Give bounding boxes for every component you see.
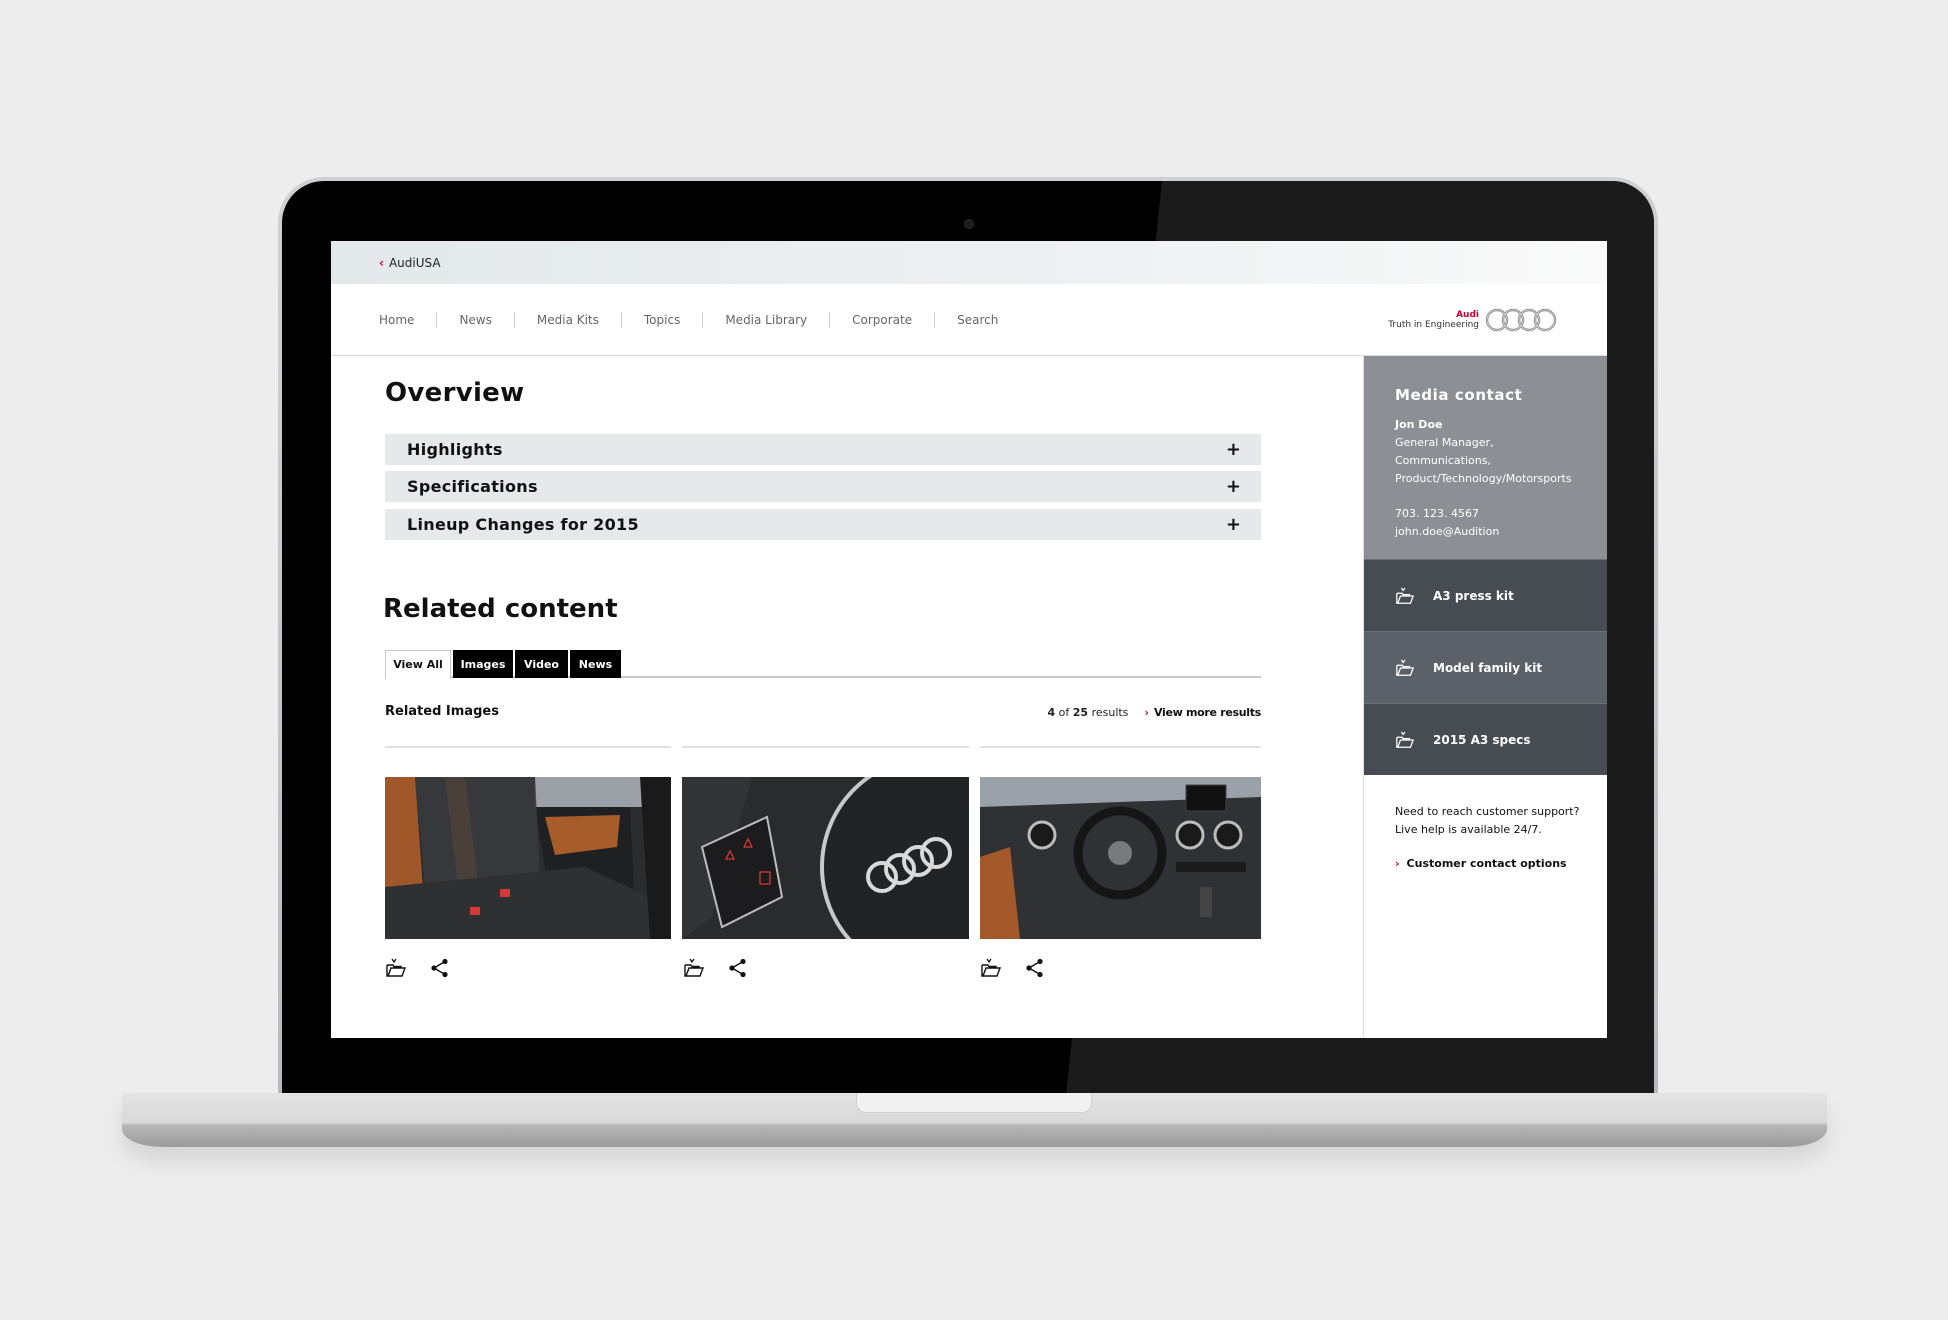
contact-name: Jon Doe bbox=[1395, 418, 1443, 431]
accordion-specifications[interactable]: Specifications + bbox=[385, 471, 1261, 502]
contact-email[interactable]: john.doe@Audition bbox=[1395, 523, 1589, 541]
kit-label: Model family kit bbox=[1433, 660, 1543, 675]
rear-seats-image bbox=[385, 777, 671, 939]
share-icon[interactable] bbox=[1024, 957, 1046, 979]
divider bbox=[385, 746, 671, 748]
folder-download-icon bbox=[1396, 586, 1415, 604]
thumbnail-actions bbox=[980, 957, 1046, 979]
contact-role-departments: Product/Technology/Motorsports bbox=[1395, 472, 1572, 485]
brand-logo[interactable]: Audi Truth in Engineering bbox=[1388, 306, 1557, 334]
view-more-results-link[interactable]: View more results bbox=[1154, 706, 1261, 719]
audi-rings-icon bbox=[1485, 308, 1557, 332]
contact-phone[interactable]: 703. 123. 4567 bbox=[1395, 505, 1589, 523]
top-utility-bar: ‹ AudiUSA bbox=[331, 241, 1607, 284]
sidebar: Media contact Jon Doe General Manager, C… bbox=[1363, 356, 1607, 1038]
accordion-lineup-changes[interactable]: Lineup Changes for 2015 + bbox=[385, 509, 1261, 540]
thumbnail-actions bbox=[385, 957, 451, 979]
support-question: Need to reach customer support? bbox=[1395, 805, 1580, 818]
kit-label: A3 press kit bbox=[1433, 588, 1514, 603]
thumbnail-dashboard[interactable] bbox=[980, 777, 1261, 939]
steering-wheel-image bbox=[682, 777, 969, 939]
back-to-audiusa-link[interactable]: AudiUSA bbox=[389, 256, 441, 270]
browser-screen: ‹ AudiUSA Home News Media Kits Topics Me… bbox=[331, 241, 1607, 1038]
accordion-label: Specifications bbox=[407, 477, 538, 496]
share-icon[interactable] bbox=[727, 957, 749, 979]
accordion-label: Highlights bbox=[407, 440, 503, 459]
plus-icon[interactable]: + bbox=[1226, 514, 1241, 535]
thumbnail-steering-wheel[interactable] bbox=[682, 777, 969, 939]
folder-download-icon[interactable] bbox=[980, 957, 1002, 979]
plus-icon[interactable]: + bbox=[1226, 439, 1241, 460]
contact-role: General Manager, Communications, bbox=[1395, 436, 1494, 467]
results-summary: 4 of 25 results › View more results bbox=[1047, 706, 1261, 719]
related-content-tabs: View All Images Video News bbox=[385, 650, 1261, 680]
media-contact-card: Media contact Jon Doe General Manager, C… bbox=[1364, 356, 1607, 559]
chevron-left-icon: ‹ bbox=[379, 255, 384, 270]
tab-view-all[interactable]: View All bbox=[385, 650, 451, 680]
kit-2015-a3-specs[interactable]: 2015 A3 specs bbox=[1364, 703, 1607, 775]
kit-model-family-kit[interactable]: Model family kit bbox=[1364, 631, 1607, 703]
nav-item-corporate[interactable]: Corporate bbox=[829, 312, 934, 328]
thumbnail-actions bbox=[683, 957, 749, 979]
kit-label: 2015 A3 specs bbox=[1433, 732, 1531, 747]
folder-download-icon[interactable] bbox=[683, 957, 705, 979]
media-contact-title: Media contact bbox=[1395, 386, 1523, 404]
brand-tagline: Truth in Engineering bbox=[1388, 320, 1479, 330]
main-content: Overview Highlights + Specifications + L… bbox=[331, 356, 1364, 1038]
nav-item-media-kits[interactable]: Media Kits bbox=[513, 312, 621, 328]
nav-item-news[interactable]: News bbox=[436, 312, 513, 328]
nav-item-media-library[interactable]: Media Library bbox=[702, 312, 829, 328]
accordion-label: Lineup Changes for 2015 bbox=[407, 515, 639, 534]
nav-item-topics[interactable]: Topics bbox=[620, 312, 702, 328]
tab-news[interactable]: News bbox=[570, 650, 621, 678]
page-title: Overview bbox=[385, 378, 525, 408]
laptop-base bbox=[122, 1093, 1827, 1147]
plus-icon[interactable]: + bbox=[1226, 476, 1241, 497]
nav-item-search[interactable]: Search bbox=[934, 312, 1020, 328]
laptop-opening-notch bbox=[856, 1093, 1092, 1113]
share-icon[interactable] bbox=[429, 957, 451, 979]
support-availability: Live help is available 24/7. bbox=[1395, 823, 1542, 836]
divider bbox=[682, 746, 969, 748]
divider bbox=[980, 746, 1261, 748]
camera-icon bbox=[964, 219, 974, 229]
related-content-title: Related content bbox=[383, 594, 618, 624]
chevron-right-icon: › bbox=[1144, 706, 1149, 719]
customer-contact-options-link[interactable]: › Customer contact options bbox=[1395, 857, 1589, 870]
folder-download-icon bbox=[1396, 658, 1415, 676]
customer-support-box: Need to reach customer support? Live hel… bbox=[1364, 775, 1607, 870]
kit-a3-press-kit[interactable]: A3 press kit bbox=[1364, 559, 1607, 631]
link-label: Customer contact options bbox=[1406, 857, 1567, 870]
main-navigation: Home News Media Kits Topics Media Librar… bbox=[331, 284, 1607, 356]
folder-download-icon bbox=[1396, 730, 1415, 748]
folder-download-icon[interactable] bbox=[385, 957, 407, 979]
nav-item-home[interactable]: Home bbox=[379, 312, 436, 328]
brand-name: Audi bbox=[1456, 310, 1479, 320]
tab-images[interactable]: Images bbox=[453, 650, 513, 678]
results-count: 4 of 25 results bbox=[1047, 706, 1129, 719]
dashboard-image bbox=[980, 777, 1261, 939]
thumbnail-rear-seats[interactable] bbox=[385, 777, 671, 939]
tab-video[interactable]: Video bbox=[515, 650, 568, 678]
related-images-heading: Related Images bbox=[385, 704, 499, 719]
chevron-right-icon: › bbox=[1395, 857, 1400, 870]
accordion-highlights[interactable]: Highlights + bbox=[385, 434, 1261, 465]
